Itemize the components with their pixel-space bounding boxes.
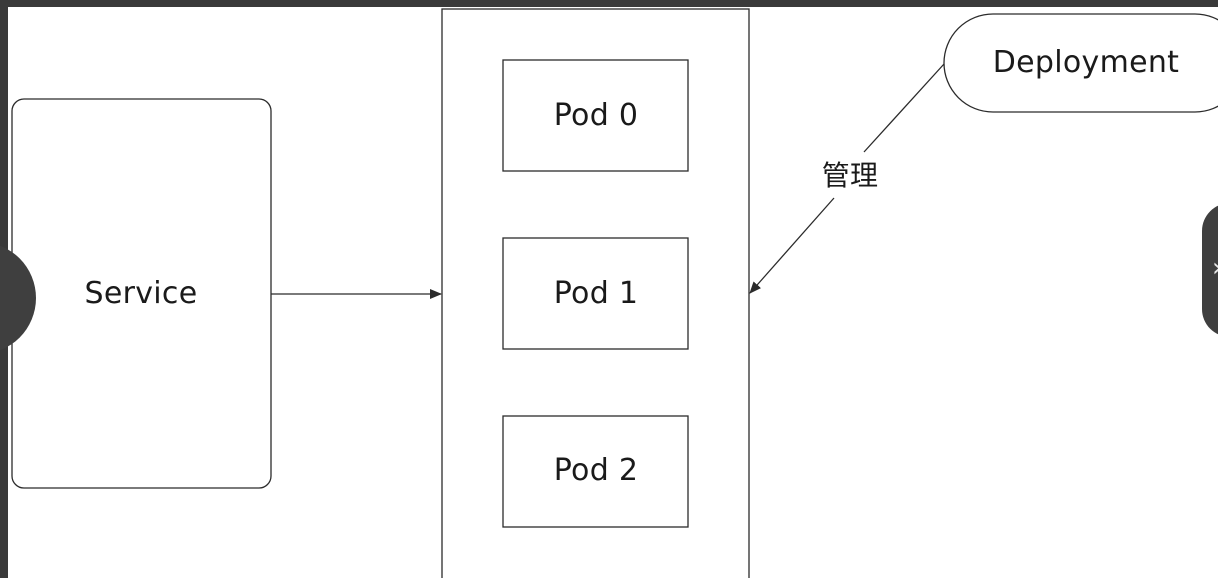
slide-viewer: Service Pod 0 Pod 1 Pod 2 Deployment 管理 …	[0, 0, 1218, 578]
service-label: Service	[84, 276, 198, 311]
deployment-link-upper	[863, 63, 945, 153]
chevron-right-icon: ›	[1212, 253, 1218, 283]
next-slide-button[interactable]: ›	[1202, 203, 1218, 337]
pod-label-2: Pod 2	[553, 453, 639, 488]
pod-label-1: Pod 1	[553, 276, 639, 311]
deployment-label: Deployment	[992, 45, 1180, 80]
pod-label-0: Pod 0	[553, 98, 639, 133]
manage-label: 管理	[821, 159, 879, 192]
deployment-to-pods-arrow	[749, 197, 835, 294]
